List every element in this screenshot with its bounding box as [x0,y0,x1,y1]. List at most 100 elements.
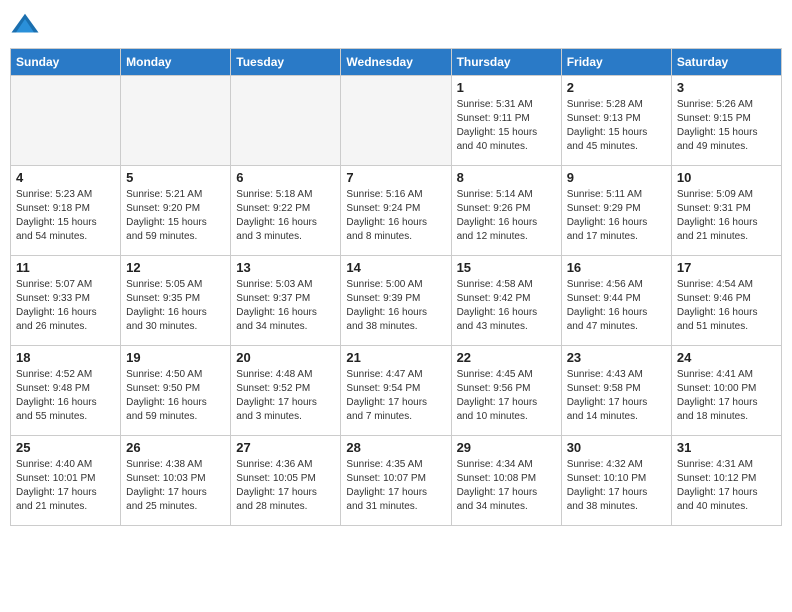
day-info: Sunrise: 5:05 AM Sunset: 9:35 PM Dayligh… [126,278,225,334]
day-info: Sunrise: 4:31 AM Sunset: 10:12 PM Daylig… [677,458,776,514]
day-number: 21 [346,350,445,365]
day-info: Sunrise: 5:18 AM Sunset: 9:22 PM Dayligh… [236,188,335,244]
day-number: 24 [677,350,776,365]
day-info: Sunrise: 5:00 AM Sunset: 9:39 PM Dayligh… [346,278,445,334]
calendar-day-cell: 4Sunrise: 5:23 AM Sunset: 9:18 PM Daylig… [11,166,121,256]
day-number: 9 [567,170,666,185]
calendar-week-row: 4Sunrise: 5:23 AM Sunset: 9:18 PM Daylig… [11,166,782,256]
day-number: 12 [126,260,225,275]
calendar-day-cell: 23Sunrise: 4:43 AM Sunset: 9:58 PM Dayli… [561,346,671,436]
day-info: Sunrise: 4:58 AM Sunset: 9:42 PM Dayligh… [457,278,556,334]
calendar-day-cell [121,76,231,166]
day-info: Sunrise: 4:32 AM Sunset: 10:10 PM Daylig… [567,458,666,514]
day-number: 10 [677,170,776,185]
day-info: Sunrise: 5:21 AM Sunset: 9:20 PM Dayligh… [126,188,225,244]
day-info: Sunrise: 4:41 AM Sunset: 10:00 PM Daylig… [677,368,776,424]
day-number: 31 [677,440,776,455]
day-of-week-header: Wednesday [341,49,451,76]
day-number: 15 [457,260,556,275]
calendar-day-cell: 27 Sunrise: 4:36 AM Sunset: 10:05 PM Dayl… [231,436,341,526]
day-info: Sunrise: 4:34 AM Sunset: 10:08 PM Daylig… [457,458,556,514]
calendar-header-row: SundayMondayTuesdayWednesdayThursdayFrid… [11,49,782,76]
day-number: 14 [346,260,445,275]
day-info: Sunrise: 4:52 AM Sunset: 9:48 PM Dayligh… [16,368,115,424]
day-of-week-header: Friday [561,49,671,76]
calendar-day-cell: 21 Sunrise: 4:47 AM Sunset: 9:54 PM Dayli… [341,346,451,436]
day-info: Sunrise: 5:03 AM Sunset: 9:37 PM Dayligh… [236,278,335,334]
day-of-week-header: Monday [121,49,231,76]
calendar-week-row: 1Sunrise: 5:31 AM Sunset: 9:11 PM Daylig… [11,76,782,166]
logo-icon [10,10,40,40]
calendar-day-cell: 1Sunrise: 5:31 AM Sunset: 9:11 PM Daylig… [451,76,561,166]
calendar-day-cell: 6Sunrise: 5:18 AM Sunset: 9:22 PM Daylig… [231,166,341,256]
calendar-day-cell: 25 Sunrise: 4:40 AM Sunset: 10:01 PM Dayl… [11,436,121,526]
calendar-day-cell: 13 Sunrise: 5:03 AM Sunset: 9:37 PM Dayli… [231,256,341,346]
day-info: Sunrise: 4:35 AM Sunset: 10:07 PM Daylig… [346,458,445,514]
day-number: 30 [567,440,666,455]
day-info: Sunrise: 4:54 AM Sunset: 9:46 PM Dayligh… [677,278,776,334]
day-number: 25 [16,440,115,455]
calendar-day-cell: 16 Sunrise: 4:56 AM Sunset: 9:44 PM Dayli… [561,256,671,346]
calendar-day-cell: 29 Sunrise: 4:34 AM Sunset: 10:08 PM Dayl… [451,436,561,526]
calendar-day-cell [231,76,341,166]
day-number: 28 [346,440,445,455]
day-info: Sunrise: 4:45 AM Sunset: 9:56 PM Dayligh… [457,368,556,424]
day-info: Sunrise: 4:47 AM Sunset: 9:54 PM Dayligh… [346,368,445,424]
day-number: 27 [236,440,335,455]
day-info: Sunrise: 4:36 AM Sunset: 10:05 PM Daylig… [236,458,335,514]
calendar-day-cell: 26 Sunrise: 4:38 AM Sunset: 10:03 PM Dayl… [121,436,231,526]
day-number: 3 [677,80,776,95]
logo [10,10,44,40]
calendar-day-cell: 8 Sunrise: 5:14 AM Sunset: 9:26 PM Daylig… [451,166,561,256]
day-of-week-header: Thursday [451,49,561,76]
calendar-day-cell: 15 Sunrise: 4:58 AM Sunset: 9:42 PM Dayli… [451,256,561,346]
calendar-day-cell: 3 Sunrise: 5:26 AM Sunset: 9:15 PM Daylig… [671,76,781,166]
calendar-week-row: 18 Sunrise: 4:52 AM Sunset: 9:48 PM Dayli… [11,346,782,436]
calendar-day-cell: 20Sunrise: 4:48 AM Sunset: 9:52 PM Dayli… [231,346,341,436]
day-number: 20 [236,350,335,365]
day-number: 22 [457,350,556,365]
day-number: 26 [126,440,225,455]
day-number: 23 [567,350,666,365]
calendar-day-cell: 18 Sunrise: 4:52 AM Sunset: 9:48 PM Dayli… [11,346,121,436]
day-number: 29 [457,440,556,455]
day-number: 2 [567,80,666,95]
page-header [10,10,782,40]
day-info: Sunrise: 5:26 AM Sunset: 9:15 PM Dayligh… [677,98,776,154]
calendar-day-cell: 30 Sunrise: 4:32 AM Sunset: 10:10 PM Dayl… [561,436,671,526]
day-info: Sunrise: 4:56 AM Sunset: 9:44 PM Dayligh… [567,278,666,334]
day-info: Sunrise: 5:28 AM Sunset: 9:13 PM Dayligh… [567,98,666,154]
calendar-day-cell [341,76,451,166]
calendar-day-cell: 10 Sunrise: 5:09 AM Sunset: 9:31 PM Dayli… [671,166,781,256]
calendar-day-cell: 14 Sunrise: 5:00 AM Sunset: 9:39 PM Dayli… [341,256,451,346]
calendar-day-cell: 24 Sunrise: 4:41 AM Sunset: 10:00 PM Dayl… [671,346,781,436]
day-info: Sunrise: 4:50 AM Sunset: 9:50 PM Dayligh… [126,368,225,424]
day-of-week-header: Tuesday [231,49,341,76]
day-number: 19 [126,350,225,365]
calendar-day-cell [11,76,121,166]
calendar-day-cell: 11 Sunrise: 5:07 AM Sunset: 9:33 PM Dayli… [11,256,121,346]
day-number: 16 [567,260,666,275]
day-info: Sunrise: 5:09 AM Sunset: 9:31 PM Dayligh… [677,188,776,244]
calendar-day-cell: 31 Sunrise: 4:31 AM Sunset: 10:12 PM Dayl… [671,436,781,526]
day-of-week-header: Sunday [11,49,121,76]
day-number: 11 [16,260,115,275]
day-info: Sunrise: 5:07 AM Sunset: 9:33 PM Dayligh… [16,278,115,334]
day-info: Sunrise: 5:31 AM Sunset: 9:11 PM Dayligh… [457,98,556,154]
calendar-day-cell: 5 Sunrise: 5:21 AM Sunset: 9:20 PM Daylig… [121,166,231,256]
calendar-day-cell: 19 Sunrise: 4:50 AM Sunset: 9:50 PM Dayli… [121,346,231,436]
calendar-day-cell: 12 Sunrise: 5:05 AM Sunset: 9:35 PM Dayli… [121,256,231,346]
day-info: Sunrise: 4:38 AM Sunset: 10:03 PM Daylig… [126,458,225,514]
day-info: Sunrise: 5:16 AM Sunset: 9:24 PM Dayligh… [346,188,445,244]
day-number: 5 [126,170,225,185]
day-info: Sunrise: 5:23 AM Sunset: 9:18 PM Dayligh… [16,188,115,244]
day-info: Sunrise: 5:14 AM Sunset: 9:26 PM Dayligh… [457,188,556,244]
calendar-table: SundayMondayTuesdayWednesdayThursdayFrid… [10,48,782,526]
calendar-week-row: 25 Sunrise: 4:40 AM Sunset: 10:01 PM Dayl… [11,436,782,526]
day-number: 13 [236,260,335,275]
day-info: Sunrise: 4:40 AM Sunset: 10:01 PM Daylig… [16,458,115,514]
calendar-day-cell: 7Sunrise: 5:16 AM Sunset: 9:24 PM Daylig… [341,166,451,256]
calendar-day-cell: 22 Sunrise: 4:45 AM Sunset: 9:56 PM Dayli… [451,346,561,436]
day-number: 18 [16,350,115,365]
day-number: 8 [457,170,556,185]
